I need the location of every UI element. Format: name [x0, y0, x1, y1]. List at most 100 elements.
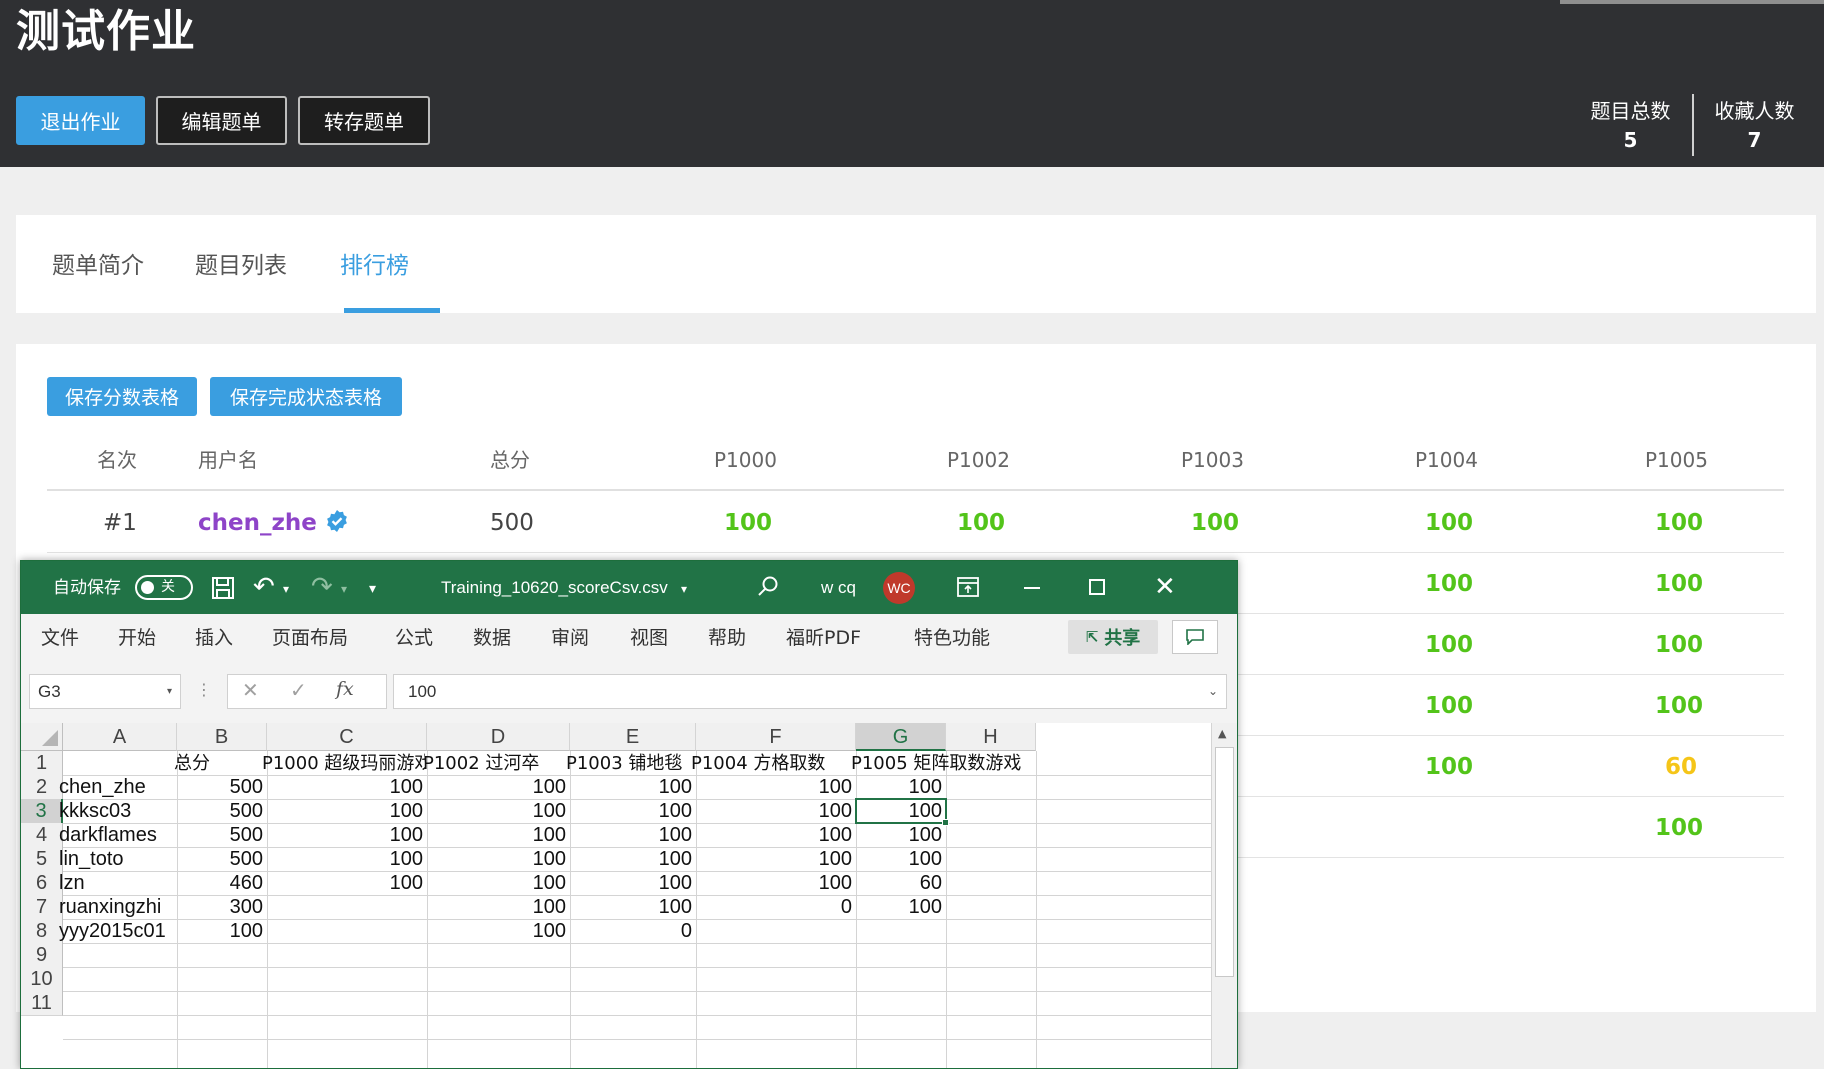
- row-header[interactable]: 8: [21, 919, 63, 944]
- menu-help[interactable]: 帮助: [708, 626, 746, 650]
- cell-d2[interactable]: 100: [427, 774, 566, 801]
- search-icon[interactable]: [757, 576, 779, 598]
- col-header-p1000[interactable]: P1000: [714, 445, 777, 475]
- menu-home[interactable]: 开始: [118, 626, 156, 650]
- cell-b6[interactable]: 460: [177, 870, 263, 897]
- menu-page-layout[interactable]: 页面布局: [272, 626, 348, 650]
- chevron-down-icon[interactable]: ▾: [167, 675, 172, 708]
- maximize-icon[interactable]: [1089, 579, 1105, 595]
- cancel-icon[interactable]: ✕: [242, 678, 259, 702]
- cell-g2[interactable]: 100: [856, 774, 942, 801]
- cell-b2[interactable]: 500: [177, 774, 263, 801]
- column-header[interactable]: B: [177, 723, 267, 751]
- menu-view[interactable]: 视图: [630, 626, 668, 650]
- cell-c6[interactable]: 100: [267, 870, 423, 897]
- cell-e8[interactable]: 0: [570, 918, 692, 945]
- insert-function-icon[interactable]: fx: [336, 678, 354, 700]
- column-header[interactable]: F: [696, 723, 856, 751]
- menu-foxit-pdf[interactable]: 福昕PDF: [786, 626, 861, 650]
- row-header-selected[interactable]: 3: [21, 799, 63, 824]
- cell-e1[interactable]: P1003 铺地毯: [566, 750, 696, 777]
- column-header-selected[interactable]: G: [856, 723, 946, 751]
- row-header[interactable]: 4: [21, 823, 63, 848]
- row-header[interactable]: 2: [21, 775, 63, 800]
- cell-f3[interactable]: 100: [696, 798, 852, 825]
- save-icon[interactable]: [211, 576, 235, 600]
- share-button[interactable]: ⇱ 共享: [1068, 620, 1158, 654]
- formula-value[interactable]: 100: [408, 682, 436, 701]
- cell-g4[interactable]: 100: [856, 822, 942, 849]
- vertical-scrollbar[interactable]: ▲: [1211, 723, 1237, 1068]
- cell-e5[interactable]: 100: [570, 846, 692, 873]
- cell-d4[interactable]: 100: [427, 822, 566, 849]
- cell-e2[interactable]: 100: [570, 774, 692, 801]
- cell-g1[interactable]: P1005 矩阵取数游戏: [851, 750, 1036, 777]
- ribbon-display-icon[interactable]: [957, 577, 979, 597]
- tab-problem-list[interactable]: 题目列表: [195, 249, 287, 283]
- cell-f2[interactable]: 100: [696, 774, 852, 801]
- cell-a7[interactable]: ruanxingzhi: [59, 894, 175, 921]
- menu-formulas[interactable]: 公式: [395, 626, 433, 650]
- chevron-down-icon[interactable]: ▾: [283, 577, 289, 601]
- save-list-button[interactable]: 转存题单: [298, 96, 430, 145]
- menu-review[interactable]: 审阅: [551, 626, 589, 650]
- save-status-button[interactable]: 保存完成状态表格: [210, 377, 402, 416]
- username-text[interactable]: chen_zhe: [198, 510, 317, 536]
- cell-g5[interactable]: 100: [856, 846, 942, 873]
- row-header[interactable]: 10: [21, 967, 63, 992]
- cell-c5[interactable]: 100: [267, 846, 423, 873]
- cell-d8[interactable]: 100: [427, 918, 566, 945]
- more-options-icon[interactable]: ⋮: [196, 680, 212, 700]
- menu-special-features[interactable]: 特色功能: [914, 626, 990, 650]
- row-header[interactable]: 6: [21, 871, 63, 896]
- col-header-p1003[interactable]: P1003: [1181, 445, 1244, 475]
- cell-d7[interactable]: 100: [427, 894, 566, 921]
- name-box-value[interactable]: G3: [38, 682, 61, 701]
- cell-f6[interactable]: 100: [696, 870, 852, 897]
- cell-a8[interactable]: yyy2015c01: [59, 918, 175, 945]
- tab-ranking[interactable]: 排行榜: [340, 249, 409, 283]
- menu-insert[interactable]: 插入: [195, 626, 233, 650]
- file-name[interactable]: Training_10620_scoreCsv.csv: [441, 576, 668, 600]
- cell-b4[interactable]: 500: [177, 822, 263, 849]
- user-avatar[interactable]: WC: [883, 572, 915, 604]
- row-header[interactable]: 9: [21, 943, 63, 968]
- exit-homework-button[interactable]: 退出作业: [16, 96, 145, 145]
- cell-d6[interactable]: 100: [427, 870, 566, 897]
- cell-c2[interactable]: 100: [267, 774, 423, 801]
- row-header[interactable]: 1: [21, 751, 63, 776]
- menu-file[interactable]: 文件: [41, 626, 79, 650]
- col-header-p1002[interactable]: P1002: [947, 445, 1010, 475]
- cell-b3[interactable]: 500: [177, 798, 263, 825]
- cell-d1[interactable]: P1002 过河卒: [423, 750, 569, 777]
- row-header[interactable]: 11: [21, 991, 63, 1016]
- cell-a6[interactable]: lzn: [59, 870, 175, 897]
- column-header[interactable]: E: [570, 723, 696, 751]
- name-box[interactable]: G3 ▾: [29, 674, 181, 709]
- spreadsheet-grid[interactable]: A B C D E F G H 1 2 3 4 5 6 7 8 9 10 11 …: [21, 723, 1237, 1068]
- tab-intro[interactable]: 题单简介: [52, 249, 144, 283]
- row-header[interactable]: 7: [21, 895, 63, 920]
- formula-input[interactable]: 100 ⌄: [393, 674, 1227, 709]
- save-scores-button[interactable]: 保存分数表格: [47, 377, 197, 416]
- scrollbar-thumb[interactable]: [1215, 747, 1234, 977]
- minimize-icon[interactable]: [1024, 587, 1040, 589]
- cell-e6[interactable]: 100: [570, 870, 692, 897]
- column-header[interactable]: A: [63, 723, 177, 751]
- cell-c3[interactable]: 100: [267, 798, 423, 825]
- expand-formula-icon[interactable]: ⌄: [1208, 675, 1218, 708]
- col-header-p1004[interactable]: P1004: [1415, 445, 1478, 475]
- col-header-p1005[interactable]: P1005: [1645, 445, 1708, 475]
- cell-b8[interactable]: 100: [177, 918, 263, 945]
- scroll-up-arrow-icon[interactable]: ▲: [1218, 727, 1226, 740]
- cell-d3[interactable]: 100: [427, 798, 566, 825]
- cell-g7[interactable]: 100: [856, 894, 942, 921]
- cell-f7[interactable]: 0: [696, 894, 852, 921]
- cell-b5[interactable]: 500: [177, 846, 263, 873]
- comments-button[interactable]: [1172, 620, 1218, 654]
- cell-c4[interactable]: 100: [267, 822, 423, 849]
- cell-c1[interactable]: P1000 超级玛丽游戏: [262, 750, 425, 777]
- cell-a5[interactable]: lin_toto: [59, 846, 175, 873]
- chevron-down-icon[interactable]: ▾: [681, 577, 687, 601]
- cell-g6[interactable]: 60: [856, 870, 942, 897]
